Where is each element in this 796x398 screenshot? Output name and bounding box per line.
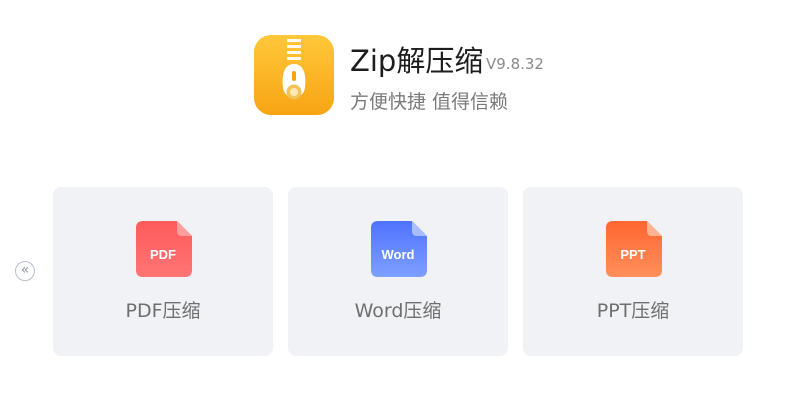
zip-app-icon xyxy=(254,35,334,115)
pdf-compress-card[interactable]: PDF PDF压缩 xyxy=(53,187,273,356)
carousel-prev-button[interactable]: « xyxy=(15,261,35,281)
ppt-compress-card[interactable]: PPT PPT压缩 xyxy=(523,187,743,356)
word-compress-label: Word压缩 xyxy=(354,300,442,322)
pdf-compress-label: PDF压缩 xyxy=(125,300,201,322)
ppt-compress-label: PPT压缩 xyxy=(596,300,670,322)
pdf-file-icon: PDF xyxy=(136,221,192,277)
word-badge: Word xyxy=(382,247,415,262)
word-file-icon: Word xyxy=(371,221,427,277)
pdf-badge: PDF xyxy=(150,247,176,262)
app-tagline: 方便快捷 值得信赖 xyxy=(350,91,509,113)
ppt-file-icon: PPT xyxy=(606,221,662,277)
app-header: Zip解压缩 V9.8.32 方便快捷 值得信赖 xyxy=(254,35,574,117)
double-chevron-left-icon: « xyxy=(20,262,30,278)
app-version: V9.8.32 xyxy=(486,55,544,73)
app-title: Zip解压缩 xyxy=(350,44,484,78)
word-compress-card[interactable]: Word Word压缩 xyxy=(288,187,508,356)
ppt-badge: PPT xyxy=(620,247,645,262)
